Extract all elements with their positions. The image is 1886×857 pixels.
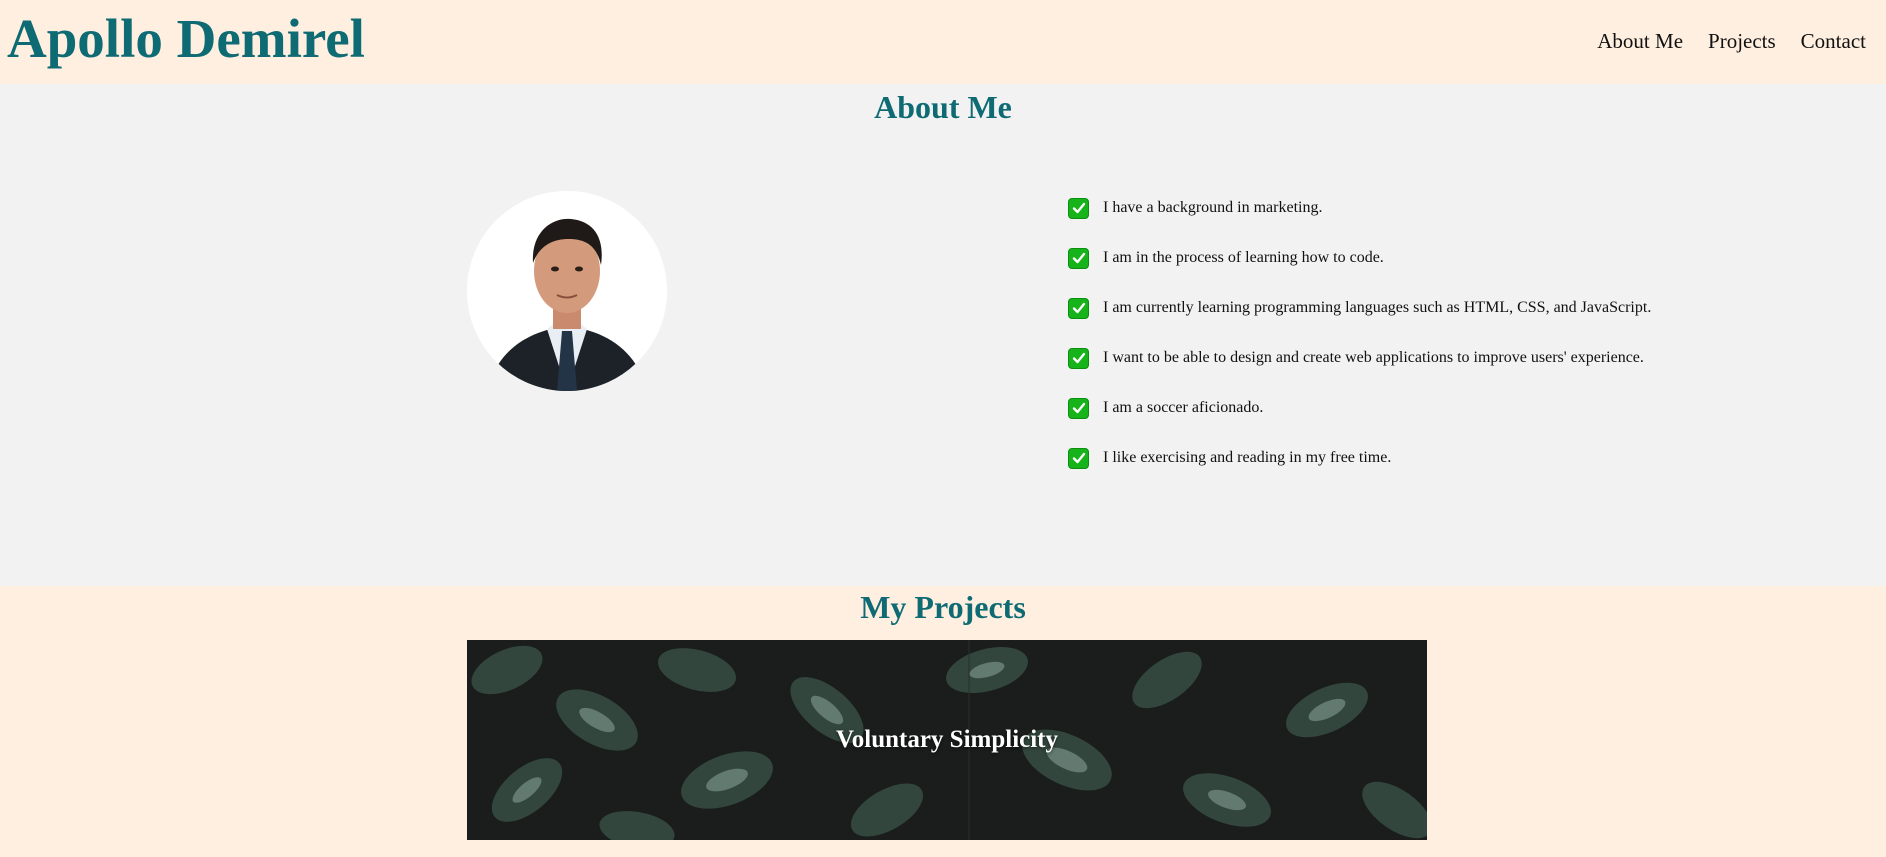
list-item: I have a background in marketing. (1068, 183, 1651, 233)
profile-photo (467, 191, 667, 391)
check-mark-icon (1068, 297, 1089, 319)
about-facts-list: I have a background in marketing. I am i… (1068, 183, 1651, 483)
project-title: Voluntary Simplicity (835, 726, 1059, 753)
nav-link-projects[interactable]: Projects (1708, 27, 1776, 55)
fact-text: I like exercising and reading in my free… (1103, 449, 1392, 466)
list-item: I want to be able to design and create w… (1068, 333, 1651, 383)
nav-link-about-me[interactable]: About Me (1597, 27, 1683, 55)
project-card[interactable]: Voluntary Simplicity (467, 640, 1427, 840)
nav-link-contact[interactable]: Contact (1801, 27, 1866, 55)
fact-text: I am in the process of learning how to c… (1103, 249, 1384, 266)
about-section: About Me I have a background in marketin… (0, 84, 1886, 586)
fact-text: I have a background in marketing. (1103, 199, 1323, 216)
person-portrait-icon (467, 191, 667, 391)
check-mark-icon (1068, 197, 1089, 219)
check-mark-icon (1068, 397, 1089, 419)
site-header: Apollo Demirel About Me Projects Contact (0, 0, 1886, 84)
fact-text: I am a soccer aficionado. (1103, 399, 1264, 416)
projects-title: My Projects (860, 589, 1026, 625)
main-nav: About Me Projects Contact (1572, 27, 1866, 55)
list-item: I am a soccer aficionado. (1068, 383, 1651, 433)
check-mark-icon (1068, 247, 1089, 269)
projects-section: My Projects Voluntary Simplicity (0, 586, 1886, 857)
check-mark-icon (1068, 347, 1089, 369)
fact-text: I want to be able to design and create w… (1103, 349, 1644, 366)
about-title: About Me (874, 89, 1012, 125)
fact-text: I am currently learning programming lang… (1103, 299, 1652, 316)
site-title: Apollo Demirel (7, 8, 365, 69)
list-item: I am in the process of learning how to c… (1068, 233, 1651, 283)
check-mark-icon (1068, 447, 1089, 469)
list-item: I like exercising and reading in my free… (1068, 433, 1651, 483)
list-item: I am currently learning programming lang… (1068, 283, 1651, 333)
